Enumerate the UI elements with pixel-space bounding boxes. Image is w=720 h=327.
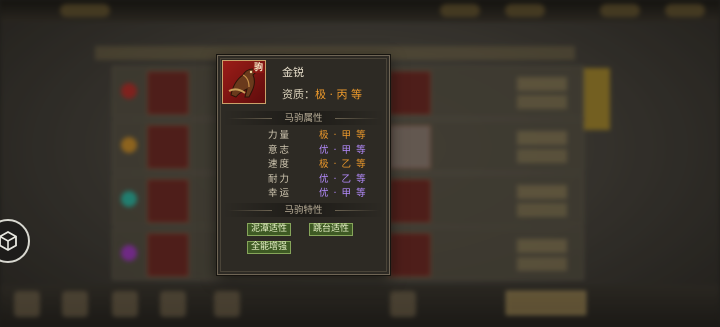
attribute-value: 优 · 甲 等: [319, 188, 367, 199]
horse-name: 金锐: [282, 66, 304, 79]
quality-label: 资质：: [282, 88, 315, 101]
trait-badge: 全能增强: [247, 241, 292, 254]
trait-badge: 泥潭适性: [247, 223, 292, 236]
attribute-value: 极 · 乙 等: [319, 159, 367, 170]
attribute-value: 优 · 乙 等: [319, 173, 367, 185]
attribute-label: 耐力: [268, 173, 292, 185]
attribute-value: 极 · 甲 等: [319, 130, 367, 141]
attribute-value: 优 · 甲 等: [319, 144, 367, 156]
quality-line: 资质：极 · 丙 等: [282, 86, 362, 102]
attribute-row: 速度 极 · 乙 等: [218, 158, 389, 172]
attribute-row: 意志 优 · 甲 等: [218, 144, 389, 158]
portrait-tag: 驹: [252, 63, 264, 73]
hexagon-cube-icon-svg: [0, 230, 17, 252]
attribute-row: 幸运 优 · 甲 等: [218, 187, 389, 201]
trait-badge: 跳台适性: [309, 223, 354, 236]
horse-portrait: 驹: [222, 60, 266, 104]
traits-section-title: 马驹特性: [218, 204, 389, 217]
attribute-label: 力量: [268, 130, 292, 141]
attribute-label: 幸运: [268, 188, 292, 199]
quality-value: 极 · 丙 等: [315, 88, 362, 101]
attributes-section-title: 马驹属性: [218, 112, 389, 125]
horse-info-tooltip: 驹 金锐 资质：极 · 丙 等 马驹属性 力量极 · 甲 等意志优 · 甲 等速…: [217, 55, 390, 275]
attribute-label: 意志: [268, 144, 292, 156]
attribute-label: 速度: [268, 159, 292, 170]
attribute-row: 耐力 优 · 乙 等: [218, 173, 389, 187]
attribute-row: 力量 极 · 甲 等: [218, 129, 389, 143]
